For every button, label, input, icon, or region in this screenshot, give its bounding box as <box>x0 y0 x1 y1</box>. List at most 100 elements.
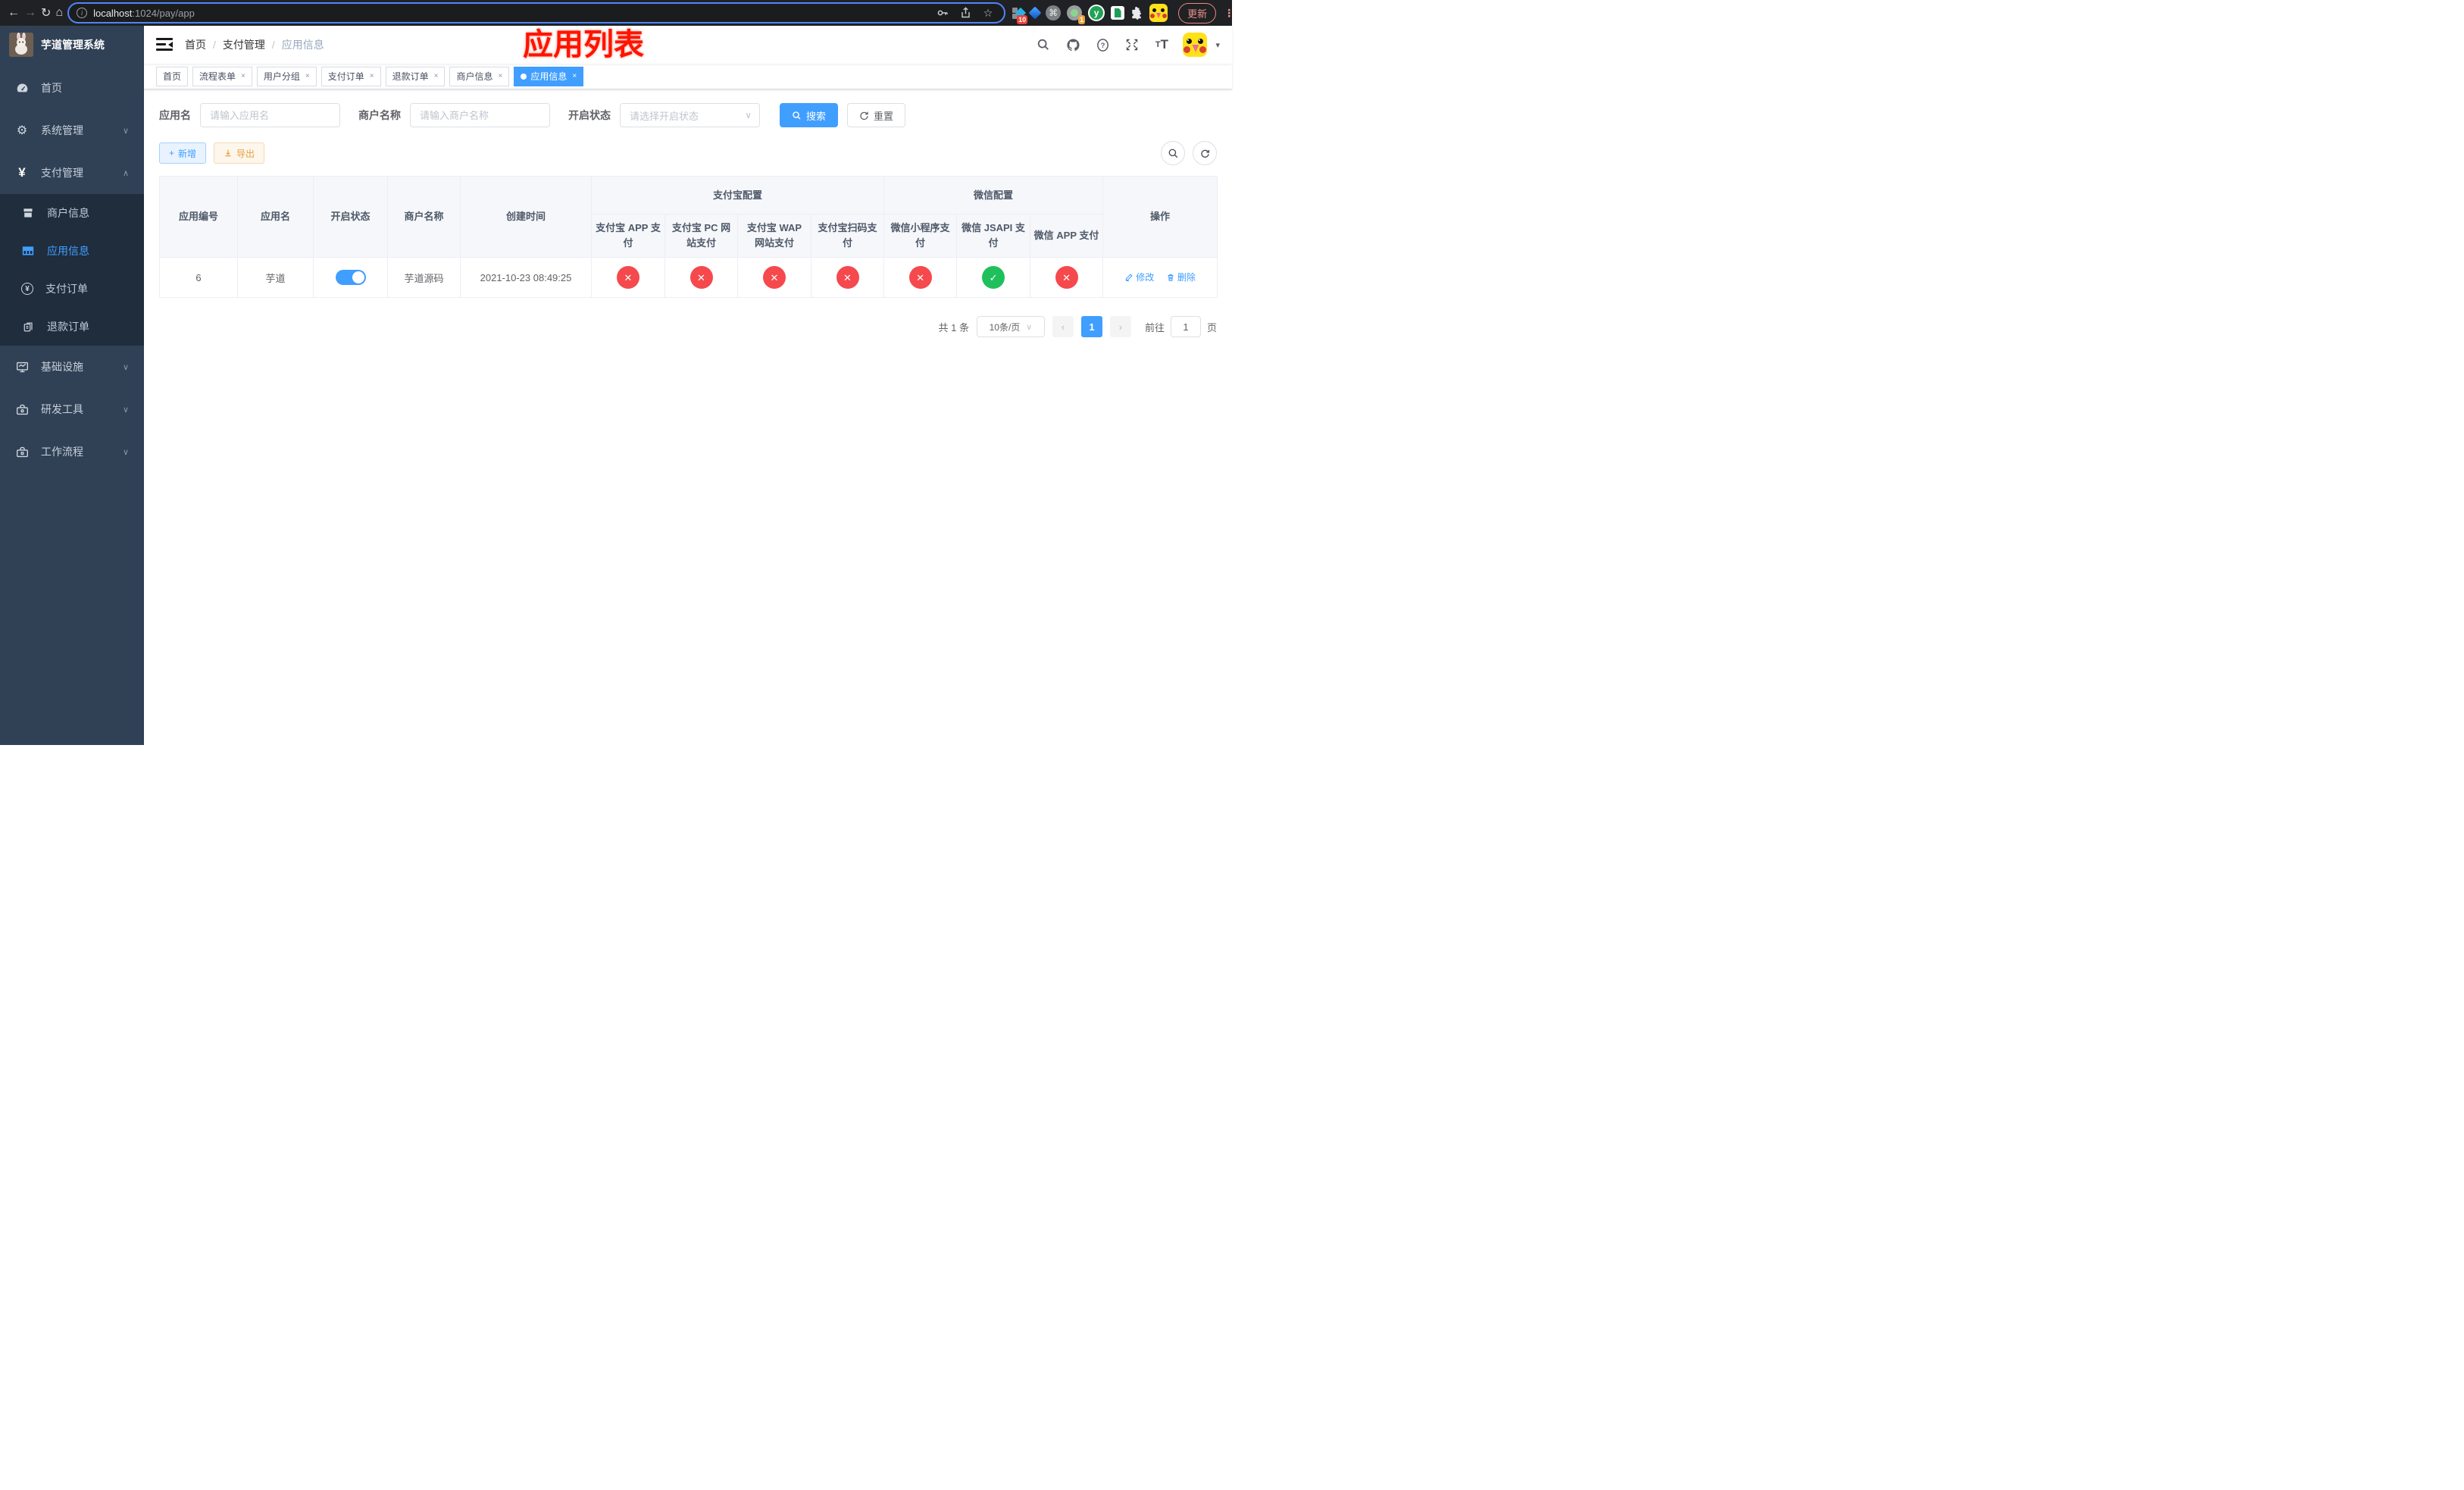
chevron-down-icon: ∨ <box>122 126 129 136</box>
col-app-id: 应用编号 <box>159 176 238 258</box>
export-button[interactable]: 导出 <box>214 142 265 164</box>
sidebar-item-devtools[interactable]: 研发工具 ∨ <box>0 388 144 430</box>
top-navbar: 首页 / 支付管理 / 应用信息 应用列表 ? T T ▾ <box>144 26 1232 64</box>
reset-button[interactable]: 重置 <box>847 103 906 127</box>
sidebar-item-app-info[interactable]: 应用信息 <box>0 232 144 270</box>
enabled-toggle[interactable] <box>335 270 366 285</box>
app-name-input[interactable] <box>200 103 340 127</box>
tab-merchant-info[interactable]: 商户信息 × <box>449 66 510 86</box>
chevron-down-icon: ∨ <box>1026 322 1033 332</box>
sidebar-item-merchant-info[interactable]: 商户信息 <box>0 194 144 232</box>
breadcrumb-home[interactable]: 首页 <box>185 37 206 52</box>
site-info-icon[interactable]: i <box>77 8 88 18</box>
sidebar-logo-row[interactable]: 芋道管理系统 <box>0 26 144 64</box>
extension-blocks-icon[interactable]: 10 <box>1012 4 1028 24</box>
browser-home-icon[interactable]: ⌂ <box>55 3 63 23</box>
browser-forward-icon[interactable]: → <box>24 3 36 23</box>
status-select[interactable]: 请选择开启状态 ∨ <box>620 103 760 127</box>
sidebar-item-label: 系统管理 <box>41 124 83 136</box>
password-key-icon[interactable] <box>934 5 951 21</box>
sidebar-menu: 首页 ⚙ 系统管理 ∨ ¥ 支付管理 ∧ 商户信息 应用信息 ¥ 支付订单 退款… <box>0 67 144 473</box>
tab-refund-order[interactable]: 退款订单 × <box>385 66 446 86</box>
goto-label: 前往 <box>1144 321 1165 333</box>
next-page-button[interactable]: › <box>1109 316 1131 337</box>
font-size-icon[interactable]: TT <box>1153 36 1170 53</box>
cell-alipay-wap: ✕ <box>737 257 811 298</box>
sidebar-item-workflow[interactable]: 工作流程 ∨ <box>0 430 144 473</box>
goto-page-input[interactable] <box>1170 316 1201 337</box>
briefcase-icon <box>15 446 29 459</box>
extension-y-icon[interactable]: y <box>1088 4 1105 22</box>
sidebar-item-pay-order[interactable]: ¥ 支付订单 <box>0 270 144 308</box>
chevron-down-icon: ∨ <box>745 110 752 121</box>
sidebar-item-label: 支付管理 <box>41 167 83 179</box>
github-icon[interactable] <box>1065 36 1081 53</box>
chevron-down-icon: ∨ <box>122 447 129 457</box>
dashboard-icon <box>15 82 29 95</box>
add-button[interactable]: + 新增 <box>159 142 207 164</box>
help-icon[interactable]: ? <box>1094 36 1111 53</box>
address-bar[interactable]: i localhost:1024/pay/app ☆ <box>67 2 1006 23</box>
sidebar-item-refund-order[interactable]: 退款订单 <box>0 308 144 346</box>
close-icon[interactable]: × <box>572 72 577 80</box>
fullscreen-icon[interactable] <box>1124 36 1140 53</box>
user-menu-caret-icon[interactable]: ▾ <box>1215 40 1220 50</box>
toolbox-icon <box>15 403 29 416</box>
refresh-button[interactable] <box>1193 141 1217 165</box>
toggle-search-button[interactable] <box>1161 141 1185 165</box>
page-size-select[interactable]: 10条/页 ∨ <box>976 316 1045 337</box>
tab-user-group[interactable]: 用户分组 × <box>256 66 317 86</box>
red-annotation-text: 应用列表 <box>523 28 644 61</box>
sidebar-item-label: 退款订单 <box>47 321 89 333</box>
url-text[interactable]: localhost:1024/pay/app <box>93 8 195 19</box>
user-avatar[interactable] <box>1183 33 1208 57</box>
sidebar-item-system[interactable]: ⚙ 系统管理 ∨ <box>0 109 144 152</box>
chrome-update-button[interactable]: 更新 <box>1178 2 1217 23</box>
close-icon[interactable]: × <box>241 72 245 80</box>
browser-reload-icon[interactable]: ↻ <box>41 3 51 23</box>
cell-wx-app: ✕ <box>1030 257 1104 298</box>
merchant-name-input[interactable] <box>410 103 550 127</box>
tab-pay-order[interactable]: 支付订单 × <box>321 66 381 86</box>
tab-home[interactable]: 首页 <box>156 66 189 86</box>
edit-link[interactable]: 修改 <box>1124 271 1154 283</box>
share-icon[interactable] <box>957 5 974 21</box>
tab-process-form[interactable]: 流程表单 × <box>192 66 252 86</box>
browser-back-icon[interactable]: ← <box>8 3 20 23</box>
bookmark-star-icon[interactable]: ☆ <box>980 5 996 21</box>
close-icon[interactable]: × <box>434 72 439 80</box>
delete-link[interactable]: 删除 <box>1166 271 1196 283</box>
browser-menu-icon[interactable]: ⋮ <box>1224 7 1234 20</box>
extension-notes-icon[interactable] <box>1111 4 1125 22</box>
sidebar-item-payment[interactable]: ¥ 支付管理 ∧ <box>0 152 144 194</box>
col-app-name: 应用名 <box>237 176 314 258</box>
breadcrumb-payment[interactable]: 支付管理 <box>223 37 265 52</box>
close-icon[interactable]: × <box>498 72 502 80</box>
app-logo <box>9 33 33 57</box>
extension-command-icon[interactable]: ⌘ <box>1046 4 1062 22</box>
cell-created: 2021-10-23 08:49:25 <box>460 257 592 298</box>
search-icon[interactable] <box>1035 36 1052 53</box>
tab-app-info[interactable]: 应用信息 × <box>514 66 584 86</box>
extension-target-icon[interactable]: 1 <box>1067 4 1086 24</box>
extensions-puzzle-icon[interactable] <box>1130 4 1143 22</box>
page-number-1[interactable]: 1 <box>1080 316 1102 337</box>
profile-avatar-icon[interactable] <box>1149 4 1168 22</box>
col-merchant: 商户名称 <box>387 176 461 258</box>
sidebar-item-home[interactable]: 首页 <box>0 67 144 109</box>
yen-circle-icon: ¥ <box>21 283 33 295</box>
chevron-down-icon: ∨ <box>122 405 129 415</box>
sidebar-item-infra[interactable]: 基础设施 ∨ <box>0 346 144 388</box>
extension-kite-icon[interactable] <box>1028 4 1042 22</box>
status-icon: ✕ <box>908 266 932 289</box>
sidebar-collapse-icon[interactable] <box>156 38 173 52</box>
search-button[interactable]: 搜索 <box>780 103 839 127</box>
close-icon[interactable]: × <box>370 72 374 80</box>
close-icon[interactable]: × <box>305 72 310 80</box>
page-unit-label: 页 <box>1206 321 1217 333</box>
prev-page-button[interactable]: ‹ <box>1052 316 1074 337</box>
browser-toolbar: ← → ↻ ⌂ i localhost:1024/pay/app ☆ 10 ⌘ … <box>0 0 1234 26</box>
status-label: 开启状态 <box>568 109 611 121</box>
status-icon: ✕ <box>689 266 713 289</box>
sidebar-item-label: 工作流程 <box>41 446 83 458</box>
